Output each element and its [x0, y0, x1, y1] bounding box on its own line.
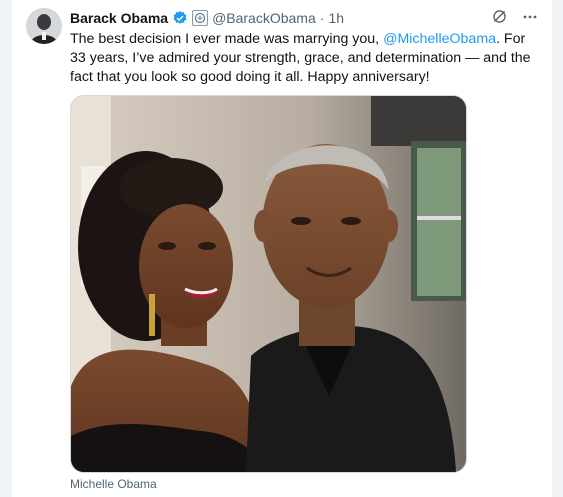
author-handle[interactable]: @BarackObama [212, 10, 316, 26]
separator-dot: · [319, 10, 325, 26]
author-name[interactable]: Barack Obama [70, 10, 168, 26]
photo-image [71, 96, 466, 472]
avatar-image [26, 8, 62, 44]
media-caption: Michelle Obama [70, 477, 157, 491]
tweet-header: Barack Obama @BarackObama · 1h [70, 8, 538, 28]
tweet-text: The best decision I ever made was marryi… [70, 30, 540, 87]
verified-badge-icon[interactable] [172, 10, 188, 26]
tweet-card: Barack Obama @BarackObama · 1h The best … [12, 0, 552, 497]
grok-icon[interactable] [491, 8, 508, 28]
tweet-photo[interactable] [70, 95, 467, 473]
more-icon[interactable] [522, 9, 538, 28]
avatar[interactable] [26, 8, 62, 44]
timestamp[interactable]: 1h [328, 10, 344, 26]
mention-link[interactable]: @MichelleObama [383, 31, 496, 47]
tweet-text-part1: The best decision I ever made was marryi… [70, 31, 384, 47]
government-label-icon[interactable] [192, 10, 209, 26]
